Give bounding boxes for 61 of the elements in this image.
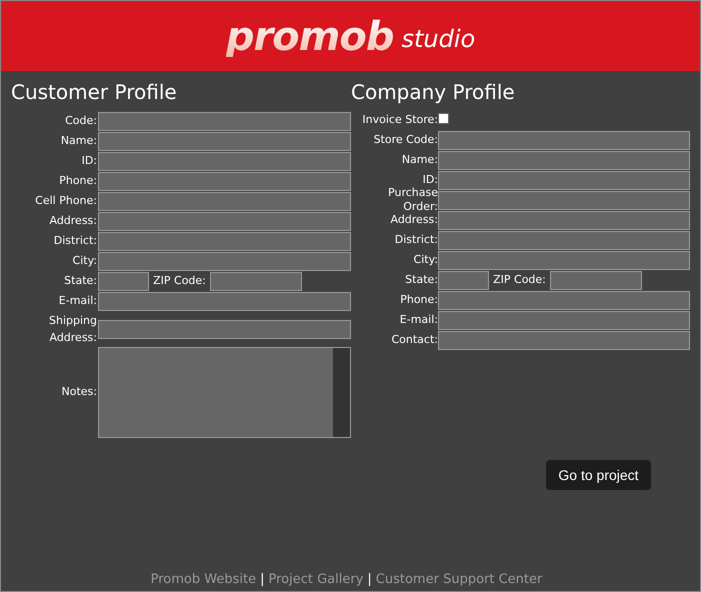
field-label: Phone:	[58, 174, 98, 188]
field-label: Cell Phone:	[34, 194, 98, 208]
input-field[interactable]	[438, 270, 489, 290]
field-label: Contact:	[390, 333, 438, 347]
checkbox[interactable]	[438, 112, 449, 124]
input-field[interactable]	[98, 320, 351, 338]
logo: promob	[226, 17, 394, 57]
footer-link[interactable]: Customer Support Center	[376, 570, 542, 589]
field-label: Invoice Store:	[361, 112, 438, 126]
input-field[interactable]	[98, 252, 351, 270]
input-field[interactable]	[438, 210, 690, 230]
input-field[interactable]	[98, 132, 351, 150]
section-title: Company Profile	[351, 79, 516, 105]
input-field[interactable]	[98, 232, 351, 250]
input-field[interactable]	[98, 292, 351, 310]
field-label: E-mail:	[398, 313, 438, 327]
field-label: Address:	[48, 214, 98, 228]
input-field[interactable]	[438, 170, 690, 190]
field-label: ID:	[422, 173, 438, 187]
input-field[interactable]	[438, 190, 690, 210]
input-field[interactable]	[98, 192, 351, 210]
input-field[interactable]	[438, 310, 690, 330]
notes-field[interactable]	[98, 346, 351, 438]
field-label: State:	[63, 274, 98, 288]
input-field[interactable]	[438, 150, 690, 170]
field-label: Address:	[389, 213, 438, 227]
field-label: Notes:	[60, 385, 98, 399]
field-label: Name:	[400, 153, 438, 167]
input-field[interactable]	[98, 272, 149, 290]
logo-suffix: studio	[401, 27, 476, 51]
field-label: Code:	[64, 114, 98, 128]
field-label: ID:	[80, 154, 98, 168]
input-field[interactable]	[550, 270, 642, 290]
input-field[interactable]	[438, 130, 690, 150]
input-field[interactable]	[438, 330, 690, 350]
input-field[interactable]	[98, 212, 351, 230]
field-label: Shipping Address:	[48, 313, 98, 346]
field-label: City:	[412, 253, 438, 267]
input-field[interactable]	[210, 272, 302, 290]
field-label: State:	[404, 273, 438, 287]
input-field[interactable]	[98, 152, 351, 170]
input-field[interactable]	[438, 290, 690, 310]
section-title: Customer Profile	[10, 79, 178, 105]
input-field[interactable]	[438, 230, 690, 250]
field-label: Purchase Order:	[387, 186, 438, 214]
field-label: District:	[52, 234, 98, 248]
link-separator: |	[260, 570, 264, 588]
field-label: Phone:	[399, 293, 438, 307]
footer-link[interactable]: Project Gallery	[268, 570, 364, 589]
field-label: City:	[72, 254, 98, 268]
input-field[interactable]	[98, 172, 351, 190]
field-label: Store Code:	[372, 133, 438, 147]
footer-link[interactable]: Promob Website	[150, 570, 256, 589]
scrollbar[interactable]	[333, 348, 350, 436]
field-label: District:	[394, 233, 438, 247]
link-separator: |	[367, 570, 372, 588]
input-field[interactable]	[438, 250, 690, 270]
field-label: E-mail:	[58, 294, 98, 308]
input-field[interactable]	[98, 112, 351, 130]
go-to-project-button[interactable]: Go to project	[546, 460, 651, 490]
field-label: Name:	[60, 134, 98, 148]
